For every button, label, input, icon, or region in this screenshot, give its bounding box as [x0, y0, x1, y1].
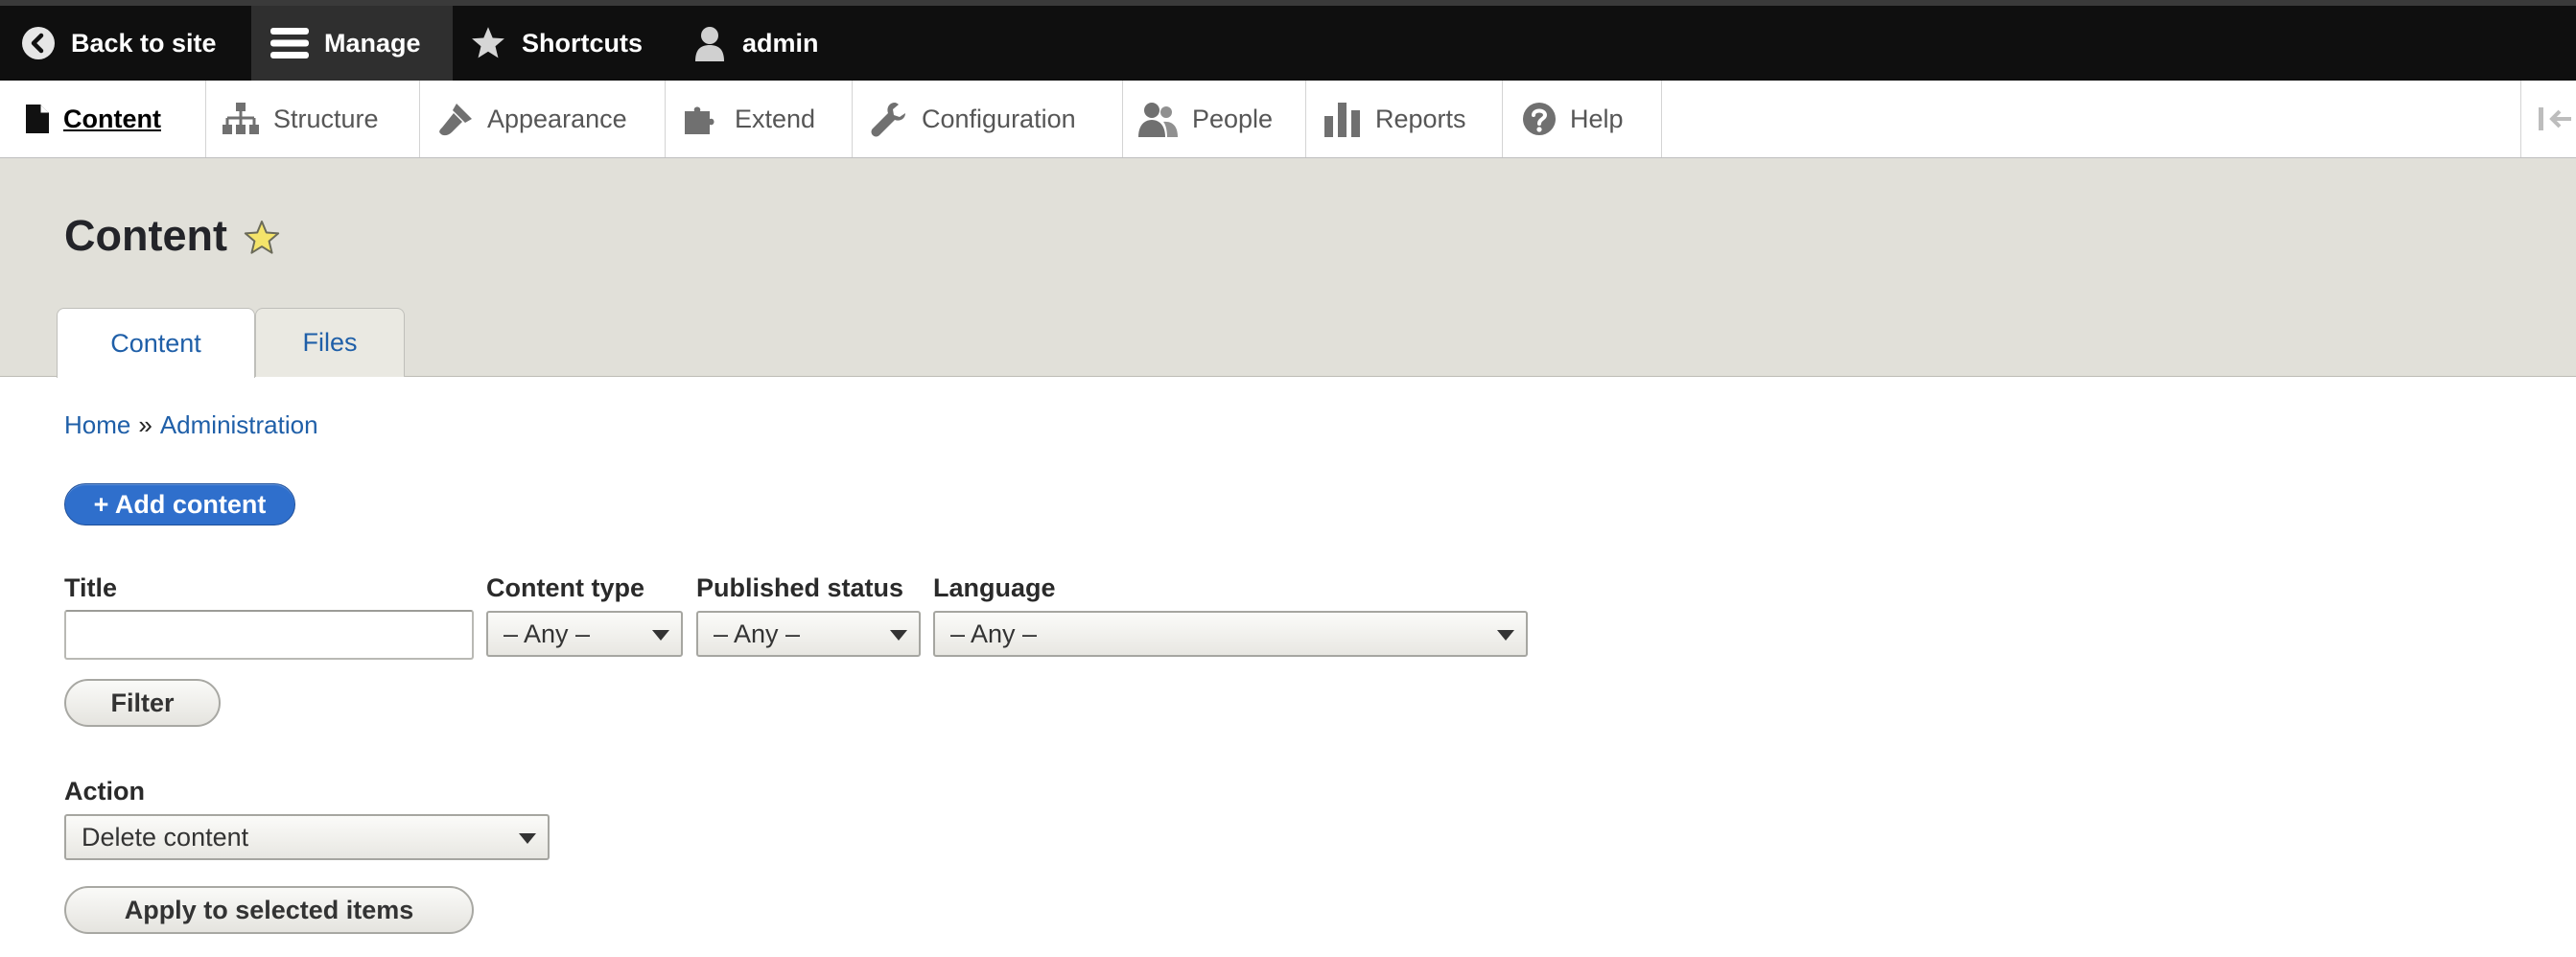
paint-brush-icon	[437, 102, 474, 136]
manage-label: Manage	[324, 28, 421, 58]
star-icon	[470, 26, 506, 60]
title-filter-input[interactable]	[64, 610, 474, 660]
breadcrumb: Home » Administration	[64, 410, 318, 440]
page-header: Content Content Files	[0, 158, 2576, 378]
content-type-select[interactable]: – Any –	[486, 611, 683, 657]
add-to-shortcuts-star-icon[interactable]	[243, 220, 281, 256]
add-content-button[interactable]: + Add content	[64, 483, 295, 525]
menu-item-extend-label: Extend	[735, 104, 816, 133]
tab-files[interactable]: Files	[255, 308, 405, 377]
breadcrumb-home-link[interactable]: Home	[64, 410, 130, 439]
menu-item-appearance[interactable]: Appearance	[420, 81, 666, 157]
published-status-select[interactable]: – Any –	[696, 611, 921, 657]
action-select[interactable]: Delete content	[64, 814, 550, 860]
menu-item-appearance-label: Appearance	[487, 104, 627, 133]
menu-item-people[interactable]: People	[1123, 81, 1306, 157]
page-title: Content	[64, 211, 227, 260]
hamburger-icon	[270, 26, 309, 60]
user-tab[interactable]: admin	[692, 6, 819, 81]
back-to-site-label: Back to site	[71, 28, 217, 58]
file-icon	[25, 104, 50, 134]
menu-item-people-label: People	[1192, 104, 1274, 133]
menu-item-structure[interactable]: Structure	[206, 81, 420, 157]
bar-chart-icon	[1323, 101, 1362, 137]
menu-item-configuration-label: Configuration	[922, 104, 1076, 133]
apply-to-selected-items-button[interactable]: Apply to selected items	[64, 886, 474, 934]
people-icon	[1138, 101, 1179, 137]
puzzle-icon	[683, 102, 721, 136]
menu-item-reports-label: Reports	[1375, 104, 1466, 133]
tab-content[interactable]: Content	[57, 308, 255, 378]
wrench-icon	[870, 101, 908, 137]
dropdown-caret-icon	[652, 630, 669, 641]
chevron-left-circle-icon	[21, 26, 56, 60]
breadcrumb-administration-link[interactable]: Administration	[160, 410, 318, 439]
sitemap-icon	[222, 102, 260, 136]
menu-item-content-label: Content	[63, 104, 161, 133]
menu-item-help-label: Help	[1570, 104, 1624, 133]
title-filter-label: Title	[64, 573, 118, 602]
tab-content-label: Content	[110, 328, 201, 358]
shortcuts-tab[interactable]: Shortcuts	[470, 6, 643, 81]
back-to-site-link[interactable]: Back to site	[21, 6, 217, 81]
content-type-select-value: – Any –	[503, 619, 591, 648]
admin-menu-tray: Content Structure Appearance Extend Conf…	[0, 81, 2576, 158]
breadcrumb-separator: »	[138, 410, 152, 439]
tray-orientation-toggle[interactable]	[2520, 81, 2576, 157]
admin-toolbar: Back to site Manage Shortcuts admin	[0, 0, 2576, 81]
tab-files-label: Files	[302, 328, 358, 357]
language-filter-label: Language	[933, 573, 1056, 602]
user-icon	[692, 25, 727, 61]
published-status-select-value: – Any –	[714, 619, 801, 648]
menu-item-extend[interactable]: Extend	[666, 81, 853, 157]
content-type-filter-label: Content type	[486, 573, 644, 602]
published-status-filter-label: Published status	[696, 573, 904, 602]
language-select[interactable]: – Any –	[933, 611, 1528, 657]
menu-item-configuration[interactable]: Configuration	[853, 81, 1123, 157]
shortcuts-label: Shortcuts	[522, 28, 644, 58]
filter-button[interactable]: Filter	[64, 679, 221, 727]
dropdown-caret-icon	[890, 630, 907, 641]
dropdown-caret-icon	[519, 833, 536, 844]
menu-item-structure-label: Structure	[273, 104, 379, 133]
menu-item-content[interactable]: Content	[0, 81, 206, 157]
help-icon	[1522, 102, 1557, 136]
manage-tab[interactable]: Manage	[251, 6, 453, 81]
menu-item-reports[interactable]: Reports	[1306, 81, 1503, 157]
user-label: admin	[742, 28, 819, 58]
language-select-value: – Any –	[950, 619, 1038, 648]
action-select-value: Delete content	[82, 822, 249, 852]
arrow-left-bar-icon	[2539, 107, 2571, 130]
menu-item-help[interactable]: Help	[1503, 81, 1662, 157]
action-label: Action	[64, 777, 145, 805]
dropdown-caret-icon	[1497, 630, 1514, 641]
